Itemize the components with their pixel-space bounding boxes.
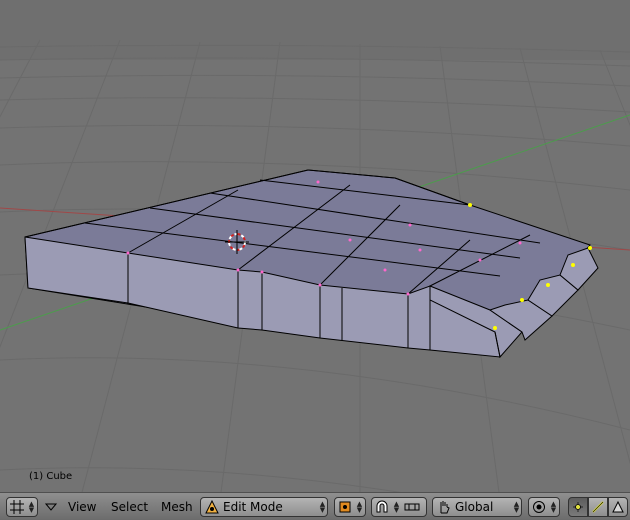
edge-icon [591,500,605,514]
face-icon [611,500,625,514]
triangle-down-icon[interactable] [45,499,57,515]
proportional-edit-dropdown[interactable]: ▲ ▼ [528,497,560,517]
viewport-header: ▲ ▼ View Select Mesh Edit Mode ▲ ▼ ▲ ▼ ▲… [0,492,630,520]
mode-dropdown[interactable]: Edit Mode ▲ ▼ [200,497,328,517]
viewport-canvas[interactable] [0,0,630,492]
menu-select[interactable]: Select [111,499,148,515]
mesh-object[interactable] [24,169,599,359]
edge-select-button[interactable] [588,497,608,517]
menu-view[interactable]: View [68,499,96,515]
chevron-updown-icon: ▲ ▼ [393,500,400,514]
snap-controls[interactable]: ▲ ▼ [371,497,427,517]
menu-mesh[interactable]: Mesh [161,499,193,515]
editor-type-button[interactable]: ▲ ▼ [6,497,38,517]
vertex-select-button[interactable] [568,497,588,517]
hand-icon [433,500,455,514]
chevron-updown-icon: ▲ ▼ [550,500,557,514]
proportional-edit-icon [529,500,549,514]
transform-orientation-dropdown[interactable]: Global ▲ ▼ [432,497,522,517]
viewport-background [0,0,630,60]
pivot-point-icon [335,500,355,514]
magnet-icon[interactable] [372,500,392,514]
face-select-button[interactable] [608,497,628,517]
pivot-point-dropdown[interactable]: ▲ ▼ [334,497,366,517]
chevron-updown-icon: ▲ ▼ [356,500,363,514]
chevron-updown-icon: ▲ ▼ [513,500,520,514]
snap-element-icon[interactable] [401,501,423,513]
mode-label: Edit Mode [223,500,283,514]
edit-mode-triangle-icon [201,500,223,514]
chevron-updown-icon: ▲ ▼ [28,500,35,514]
chevron-updown-icon: ▲ ▼ [319,500,326,514]
vertex-icon [571,500,585,514]
grid-icon [7,499,27,515]
orientation-label: Global [455,500,494,514]
3d-viewport[interactable]: (1) Cube [0,0,630,492]
object-info-label: (1) Cube [29,471,73,482]
